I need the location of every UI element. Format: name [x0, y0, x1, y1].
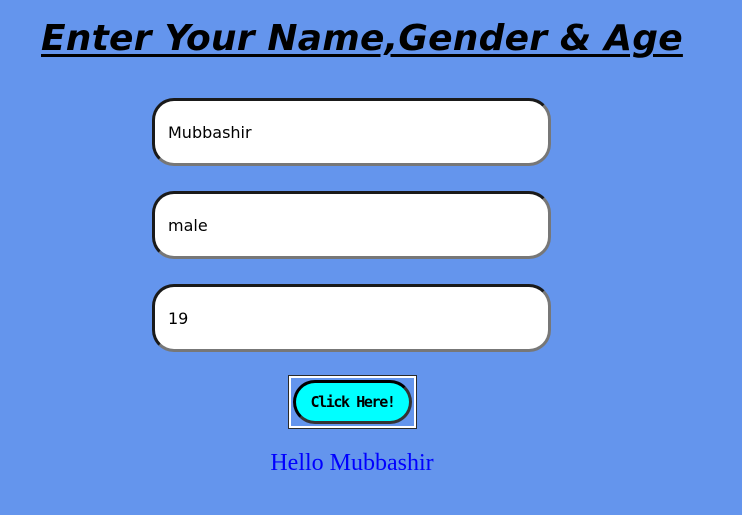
gender-input[interactable]	[152, 191, 551, 259]
name-input[interactable]	[152, 98, 551, 166]
submit-button-label: Click Here!	[293, 380, 412, 424]
greeting-output: Hello Mubbashir	[270, 450, 434, 476]
age-input[interactable]	[152, 284, 551, 352]
page-title: Enter Your Name,Gender & Age	[41, 18, 683, 59]
submit-button[interactable]: Click Here!	[288, 375, 417, 429]
